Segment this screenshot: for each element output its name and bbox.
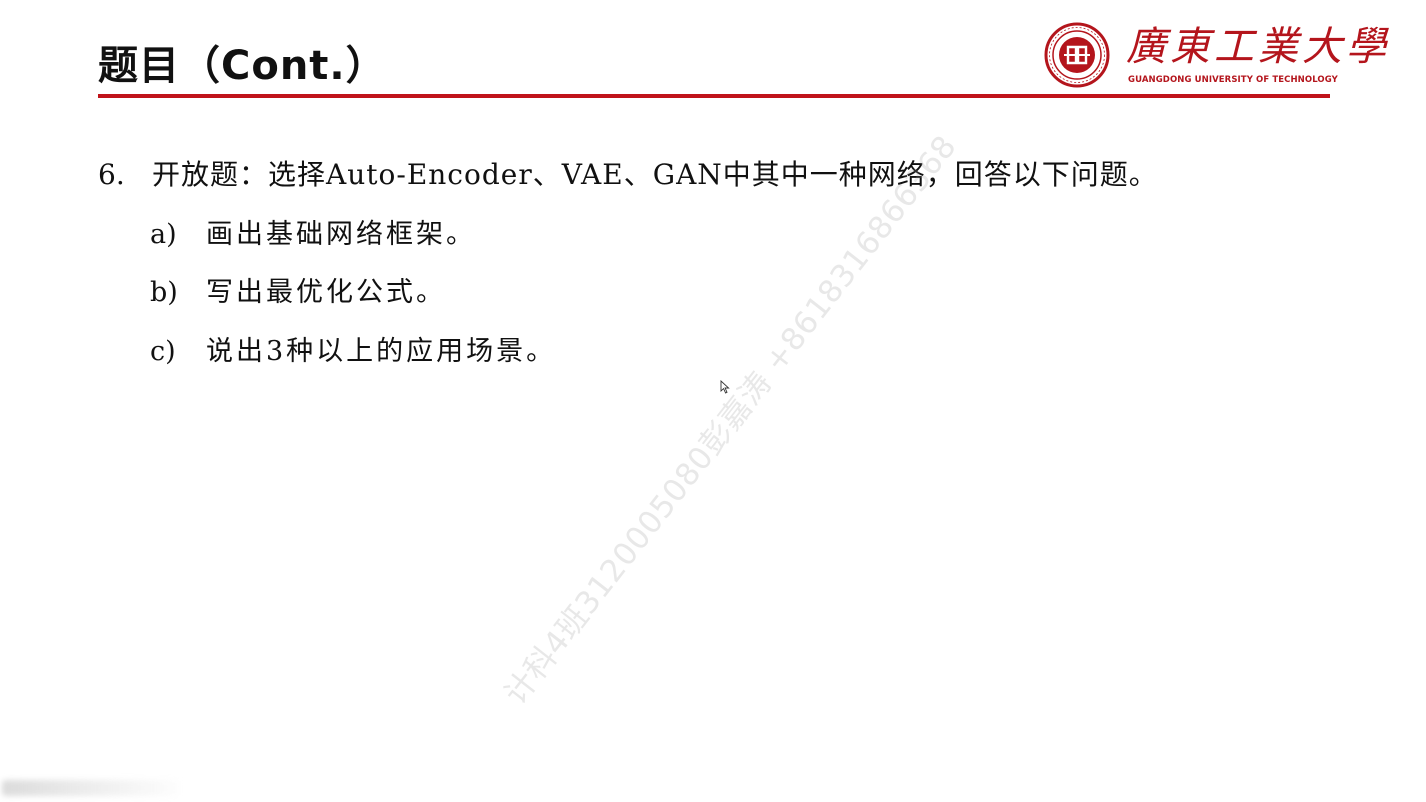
university-seal-icon	[1044, 22, 1110, 88]
blurred-corner-artifact	[2, 780, 180, 796]
subitem-text: 写出最优化公式。	[206, 277, 446, 308]
subitem-text: 画出基础网络框架。	[206, 219, 476, 250]
title-underline-rule	[98, 94, 1330, 98]
mouse-pointer-icon	[720, 380, 730, 394]
watermark-text: 计科4班3120005080彭嘉涛 +8618316866368	[497, 128, 964, 712]
university-name-english: GUANGDONG UNIVERSITY OF TECHNOLOGY	[1128, 75, 1338, 85]
slide: 题目（Cont.） 廣東工業大學 GUANGDONG UNIVERSITY OF…	[0, 0, 1426, 802]
subitem-label: b)	[150, 277, 178, 308]
slide-title: 题目（Cont.）	[98, 43, 387, 89]
subitem-text: 说出3种以上的应用场景。	[206, 336, 557, 367]
subitem-label: c)	[150, 336, 176, 367]
subitem-c: c) 说出3种以上的应用场景。	[150, 332, 556, 372]
university-logo: 廣東工業大學 GUANGDONG UNIVERSITY OF TECHNOLOG…	[1044, 20, 1386, 90]
subitem-label: a)	[150, 219, 177, 250]
question-6: 6. 开放题：选择Auto-Encoder、VAE、GAN中其中一种网络，回答以下…	[98, 154, 1338, 196]
subitem-a: a) 画出基础网络框架。	[150, 215, 476, 255]
question-text: 开放题：选择Auto-Encoder、VAE、GAN中其中一种网络，回答以下问题…	[152, 158, 1158, 191]
university-name-chinese: 廣東工業大學	[1126, 24, 1390, 70]
subitem-b: b) 写出最优化公式。	[150, 273, 446, 313]
question-number: 6.	[98, 158, 125, 191]
